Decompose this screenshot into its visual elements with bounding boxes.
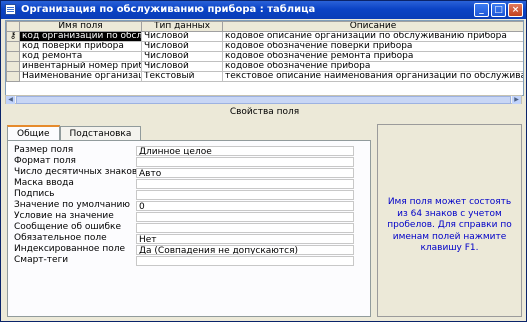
property-value-format[interactable] (136, 157, 354, 167)
title-bar[interactable]: Организация по обслуживанию прибора : та… (1, 1, 526, 19)
property-value-decimal-places[interactable]: Авто (136, 168, 354, 178)
field-properties-panel: Размер поля Длинное целое Формат поля Чи… (7, 140, 371, 317)
row-selector-header (6, 21, 20, 32)
property-label: Смарт-теги (14, 255, 69, 265)
property-value-validation-text[interactable] (136, 223, 354, 233)
description-cell[interactable]: кодовое обозначение ремонта прибора (222, 51, 523, 62)
property-value-field-size[interactable]: Длинное целое (136, 146, 354, 156)
property-value-default[interactable]: 0 (136, 201, 354, 211)
field-name-cell[interactable]: Наименование организации (19, 71, 142, 82)
table-row[interactable]: код ремонта Числовой кодовое обозначение… (6, 51, 523, 62)
property-label: Обязательное поле (14, 233, 107, 243)
field-name-cell[interactable]: инвентарный номер прибор (19, 61, 142, 72)
property-label: Размер поля (14, 145, 74, 155)
property-label: Подпись (14, 189, 55, 199)
property-label: Условие на значение (14, 211, 114, 221)
property-label: Индексированное поле (14, 244, 126, 254)
property-label: Число десятичных знаков (14, 167, 138, 177)
maximize-button[interactable]: □ (491, 3, 506, 17)
property-label: Значение по умолчанию (14, 200, 130, 210)
window-title: Организация по обслуживанию прибора : та… (21, 4, 316, 15)
tab-lookup[interactable]: Подстановка (59, 126, 142, 140)
scroll-left-icon[interactable]: ◀ (6, 96, 15, 104)
column-header-field-name[interactable]: Имя поля (19, 21, 142, 32)
description-cell[interactable]: кодовое обозначение прибора (222, 61, 523, 72)
property-label: Формат поля (14, 156, 76, 166)
tab-general[interactable]: Общие (7, 125, 60, 140)
data-type-cell[interactable]: Текстовый (141, 71, 223, 82)
help-text: Имя поля может состоять из 64 знаков с у… (387, 197, 512, 253)
row-selector[interactable] (6, 61, 20, 72)
help-panel: Имя поля может состоять из 64 знаков с у… (377, 124, 522, 317)
table-row[interactable]: инвентарный номер прибор Числовой кодово… (6, 61, 523, 72)
row-selector[interactable] (6, 51, 20, 62)
field-name-cell[interactable]: код организации по обслуж (19, 31, 142, 42)
column-header-description[interactable]: Описание (222, 21, 523, 32)
property-label: Сообщение об ошибке (14, 222, 122, 232)
field-grid: Имя поля Тип данных Описание ⚷ код орган… (5, 20, 524, 96)
table-row[interactable]: ⚷ код организации по обслуж Числовой код… (6, 31, 523, 42)
property-value-required[interactable]: Нет (136, 234, 354, 244)
field-properties-label: Свойства поля (229, 107, 300, 117)
field-name-cell[interactable]: код поверки прибора (19, 41, 142, 52)
property-value-validation-rule[interactable] (136, 212, 354, 222)
property-value-indexed[interactable]: Да (Совпадения не допускаются) (136, 245, 354, 255)
data-type-cell[interactable]: Числовой (141, 41, 223, 52)
field-name-cell[interactable]: код ремонта (19, 51, 142, 62)
data-type-cell[interactable]: Числовой (141, 61, 223, 72)
row-selector[interactable] (6, 41, 20, 52)
horizontal-scrollbar[interactable]: ◀ ▶ (5, 95, 522, 104)
data-type-cell[interactable]: Числовой (141, 51, 223, 62)
description-cell[interactable]: текстовое описание наименования организа… (222, 71, 523, 82)
scroll-right-icon[interactable]: ▶ (512, 96, 521, 104)
minimize-button[interactable]: _ (474, 3, 489, 17)
primary-key-icon[interactable]: ⚷ (6, 31, 20, 42)
column-header-data-type[interactable]: Тип данных (141, 21, 223, 32)
scroll-thumb[interactable] (16, 96, 511, 104)
property-value-input-mask[interactable] (136, 179, 354, 189)
table-design-window: Организация по обслуживанию прибора : та… (0, 0, 527, 322)
property-value-smart-tags[interactable] (136, 256, 354, 266)
property-value-caption[interactable] (136, 190, 354, 200)
description-cell[interactable]: кодовое обозначение поверки прибора (222, 41, 523, 52)
table-row[interactable]: Наименование организации Текстовый текст… (6, 71, 523, 82)
table-icon (5, 4, 16, 15)
description-cell[interactable]: кодовое описание организации по обслужив… (222, 31, 523, 42)
close-button[interactable]: × (508, 3, 523, 17)
data-type-cell[interactable]: Числовой (141, 31, 223, 42)
row-selector[interactable] (6, 71, 20, 82)
table-row[interactable]: код поверки прибора Числовой кодовое обо… (6, 41, 523, 52)
property-label: Маска ввода (14, 178, 74, 188)
